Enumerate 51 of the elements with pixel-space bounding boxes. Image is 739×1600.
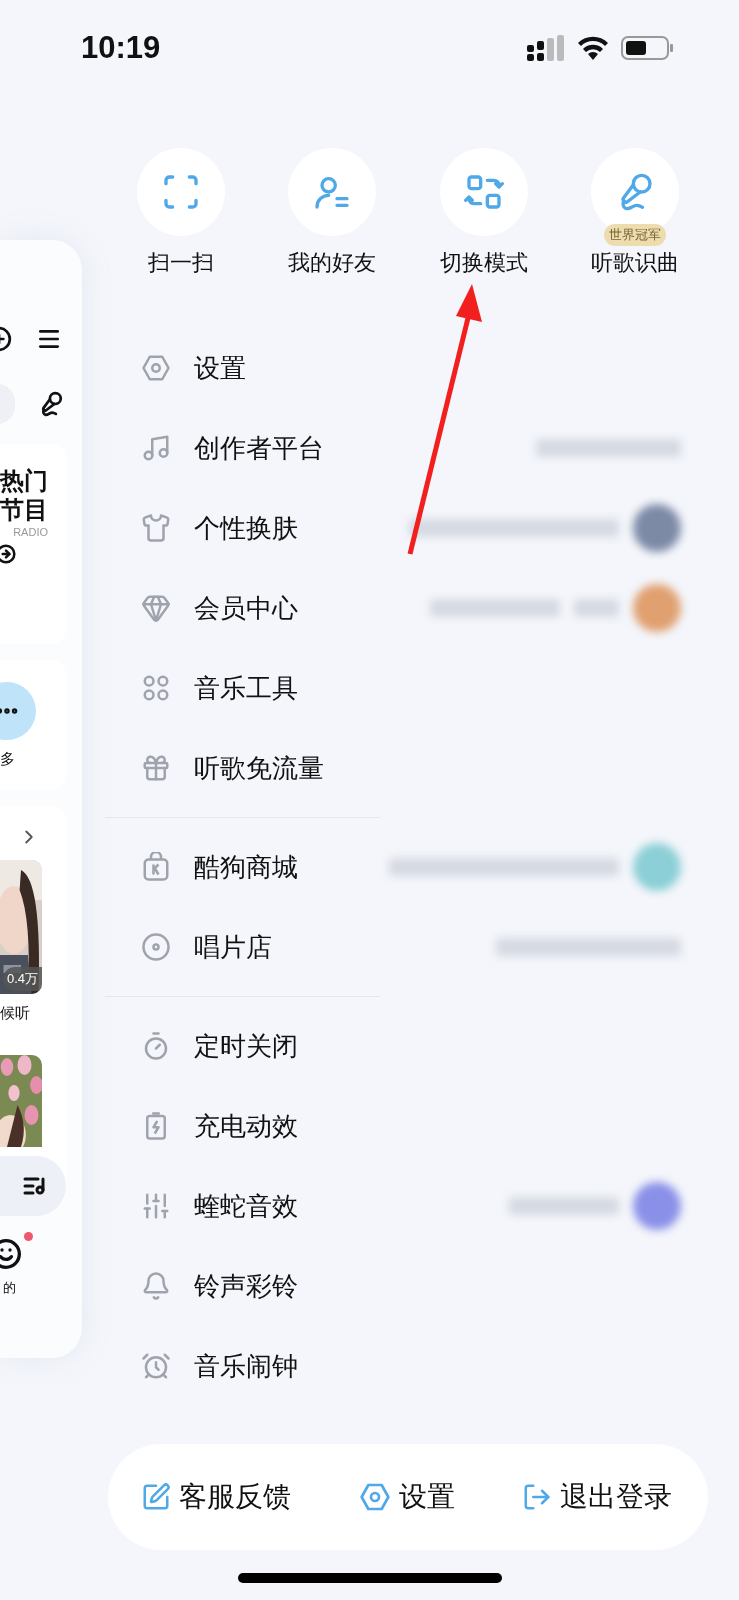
- award-tag: 世界冠军: [604, 224, 667, 246]
- gift-icon: [141, 753, 171, 783]
- menu-item[interactable]: 充电动效: [105, 1086, 739, 1166]
- shopping-bag-icon: [141, 852, 171, 882]
- quick-action[interactable]: 切换模式: [408, 148, 560, 278]
- music-note-icon: [141, 433, 171, 463]
- bottom-action[interactable]: 退出登录: [522, 1476, 672, 1518]
- radio-card[interactable]: 热门 节目 RADIO: [0, 444, 66, 644]
- diamond-icon: [141, 593, 171, 623]
- disc-icon: [141, 932, 171, 962]
- menu-item[interactable]: 个性换肤: [105, 488, 739, 568]
- quick-action[interactable]: 我的好友: [256, 148, 408, 278]
- more-card[interactable]: 多: [0, 660, 66, 790]
- wifi-icon: [577, 36, 609, 60]
- shirt-icon: [141, 513, 171, 543]
- menu-item[interactable]: 酷狗商城: [105, 827, 739, 907]
- menu-item[interactable]: 音乐闹钟: [105, 1326, 739, 1406]
- alarm-clock-icon: [141, 1351, 171, 1381]
- more-label: 多: [0, 749, 15, 769]
- grid-icon: [141, 673, 171, 703]
- bell-icon: [141, 1271, 171, 1301]
- quick-action[interactable]: 扫一扫: [105, 148, 257, 278]
- menu-item[interactable]: 蝰蛇音效: [105, 1166, 739, 1246]
- logout-icon: [522, 1482, 552, 1512]
- signal-icon: [527, 35, 565, 61]
- settings-icon: [141, 353, 171, 383]
- bottom-action[interactable]: 客服反馈: [141, 1476, 291, 1518]
- menu-item[interactable]: 创作者平台: [105, 408, 739, 488]
- status-time: 10:19: [81, 28, 161, 67]
- menu-item[interactable]: 会员中心: [105, 568, 739, 648]
- menu-item[interactable]: 设置: [105, 328, 739, 408]
- feedback-icon: [141, 1482, 171, 1512]
- quick-action[interactable]: 世界冠军 听歌识曲: [559, 148, 711, 278]
- player-bar[interactable]: [0, 1156, 66, 1216]
- sliders-icon: [141, 1191, 171, 1221]
- battery-icon: [621, 36, 673, 60]
- playlist-cover[interactable]: 0.4万: [0, 860, 42, 994]
- menu-item[interactable]: 听歌免流量: [105, 728, 739, 808]
- playlist-caption: 候听: [0, 1003, 31, 1023]
- radio-subtitle: RADIO: [13, 525, 48, 540]
- settings-icon: [358, 1481, 391, 1513]
- play-count: 0.4万: [2, 967, 42, 991]
- radio-title: 热门: [0, 466, 48, 495]
- profile-tab-label: 的: [3, 1279, 17, 1297]
- bottom-action[interactable]: 设置: [358, 1476, 455, 1518]
- switch-icon: [463, 172, 504, 212]
- menu-item[interactable]: 定时关闭: [105, 1006, 739, 1086]
- menu-item[interactable]: 铃声彩铃: [105, 1246, 739, 1326]
- menu-item[interactable]: 音乐工具: [105, 648, 739, 728]
- radio-title: 节目: [0, 495, 48, 524]
- menu-item[interactable]: 唱片店: [105, 907, 739, 987]
